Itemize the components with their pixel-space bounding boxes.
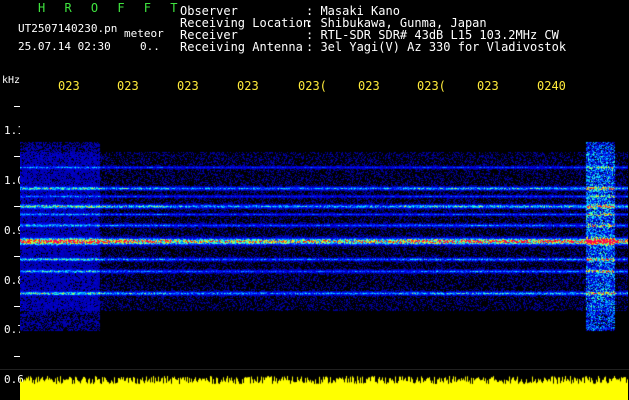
time-tick: 023 xyxy=(177,79,199,93)
meteor-count: 0.. xyxy=(140,40,160,53)
spectrogram-display xyxy=(20,96,628,368)
frequency-unit-label: kHz xyxy=(2,75,21,86)
time-tick: 023 xyxy=(237,79,259,93)
observation-type: meteor xyxy=(124,27,164,40)
file-name: UT2507140230.pn xyxy=(18,22,118,35)
time-tick: 023 xyxy=(58,79,80,93)
antenna-value: : 3el Yagi(V) Az 330 for Vladivostok xyxy=(306,40,567,54)
time-tick: 0240 xyxy=(537,79,566,93)
time-tick: 023( xyxy=(417,79,446,93)
signal-level-bar xyxy=(20,370,628,400)
observation-datetime: 25.07.14 02:30 xyxy=(18,40,111,53)
app-brand: H R O F F T xyxy=(38,1,184,15)
time-tick: 023( xyxy=(298,79,327,93)
time-tick: 023 xyxy=(117,79,139,93)
antenna-label: Receiving Antenna xyxy=(180,40,303,54)
time-tick: 023 xyxy=(477,79,499,93)
time-tick: 023 xyxy=(358,79,380,93)
